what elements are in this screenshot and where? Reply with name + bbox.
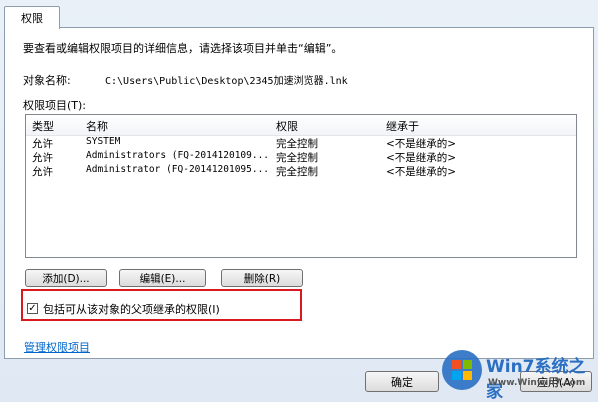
row-name: Administrators (FQ-2014120109... [86, 150, 270, 161]
column-header-type[interactable]: 类型 [32, 118, 54, 134]
advanced-security-window: 权限 要查看或编辑权限项目的详细信息，请选择该项目并单击“编辑”。 对象名称: … [0, 0, 598, 402]
column-header-name[interactable]: 名称 [86, 118, 108, 134]
ok-button[interactable]: 确定 [365, 371, 439, 392]
table-row[interactable]: 允许 Administrator (FQ-20141201095... 完全控制… [26, 164, 576, 178]
object-name-value: C:\Users\Public\Desktop\2345加速浏览器.lnk [105, 76, 348, 87]
tab-label: 权限 [21, 12, 43, 25]
column-header-inherited[interactable]: 继承于 [386, 118, 419, 134]
instruction-text: 要查看或编辑权限项目的详细信息，请选择该项目并单击“编辑”。 [23, 42, 343, 55]
row-permission: 完全控制 [276, 166, 318, 178]
column-header-permission[interactable]: 权限 [276, 118, 298, 134]
row-permission: 完全控制 [276, 138, 318, 150]
row-type: 允许 [32, 166, 53, 178]
permission-entries-list[interactable]: 类型 名称 权限 继承于 允许 SYSTEM 完全控制 <不是继承的> 允许 A… [25, 114, 577, 258]
tab-permissions[interactable]: 权限 [4, 6, 60, 29]
object-name-label: 对象名称: [23, 74, 71, 87]
table-row[interactable]: 允许 Administrators (FQ-2014120109... 完全控制… [26, 150, 576, 164]
add-button[interactable]: 添加(D)... [25, 269, 107, 287]
permissions-panel: 要查看或编辑权限项目的详细信息，请选择该项目并单击“编辑”。 对象名称: C:\… [4, 27, 594, 359]
apply-button[interactable]: 应用(A) [520, 371, 592, 392]
row-name: SYSTEM [86, 136, 121, 147]
row-permission: 完全控制 [276, 152, 318, 164]
edit-button[interactable]: 编辑(E)... [119, 269, 206, 287]
row-type: 允许 [32, 152, 53, 164]
row-name: Administrator (FQ-20141201095... [86, 164, 270, 175]
inherit-checkbox[interactable]: ✓ [27, 303, 38, 314]
inherit-checkbox-label[interactable]: 包括可从该对象的父项继承的权限(I) [43, 301, 220, 317]
row-inherited: <不是继承的> [386, 152, 457, 164]
row-inherited: <不是继承的> [386, 166, 457, 178]
remove-button[interactable]: 删除(R) [221, 269, 303, 287]
permission-entries-label: 权限项目(T): [23, 99, 87, 112]
list-header: 类型 名称 权限 继承于 [26, 115, 576, 136]
row-inherited: <不是继承的> [386, 138, 457, 150]
row-type: 允许 [32, 138, 53, 150]
manage-permission-entries-link[interactable]: 管理权限项目 [24, 339, 90, 355]
table-row[interactable]: 允许 SYSTEM 完全控制 <不是继承的> [26, 136, 576, 150]
